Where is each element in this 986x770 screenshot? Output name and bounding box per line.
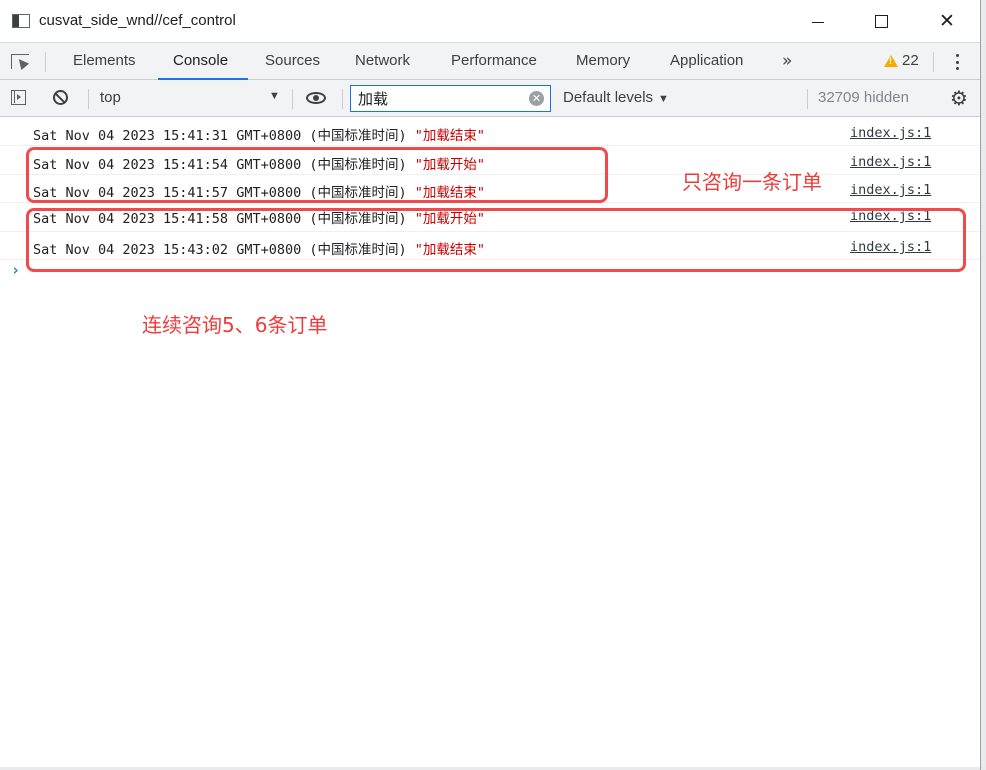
hidden-messages-count[interactable]: 32709 hidden — [818, 89, 909, 106]
log-levels-dropdown[interactable]: Default levels ▼ — [563, 89, 669, 106]
chevron-down-icon: ▼ — [269, 90, 280, 102]
window-title: cusvat_side_wnd//cef_control — [39, 12, 236, 29]
window-right-border — [980, 0, 986, 770]
chevron-down-icon: ▼ — [658, 93, 669, 105]
tab-divider — [45, 52, 46, 72]
warnings-badge[interactable]: 22 — [884, 52, 919, 69]
clear-console-icon[interactable] — [53, 90, 68, 105]
log-message: Sat Nov 04 2023 15:41:31 GMT+0800 (中国标准时… — [33, 128, 485, 144]
tab-elements[interactable]: Elements — [73, 52, 136, 69]
tab-memory[interactable]: Memory — [576, 52, 630, 69]
show-sidebar-icon[interactable] — [11, 90, 26, 105]
tab-performance[interactable]: Performance — [451, 52, 537, 69]
warning-icon — [884, 54, 898, 67]
log-source-link[interactable]: index.js:1 — [850, 182, 931, 198]
window-title-bar: cusvat_side_wnd//cef_control ✕ — [0, 0, 980, 42]
annotation-box-multi-order — [26, 208, 966, 272]
inspect-element-icon[interactable] — [11, 54, 29, 69]
app-icon — [12, 14, 30, 28]
gear-icon[interactable]: ⚙ — [950, 88, 970, 108]
log-levels-label: Default levels — [563, 89, 654, 106]
clear-filter-icon[interactable]: ✕ — [529, 91, 544, 106]
console-prompt-icon[interactable]: › — [11, 261, 20, 279]
minimize-icon — [812, 21, 824, 23]
tab-network[interactable]: Network — [355, 52, 410, 69]
toolbar-divider — [88, 89, 89, 109]
close-button[interactable]: ✕ — [924, 6, 970, 36]
minimize-button[interactable] — [795, 6, 841, 36]
live-expression-eye-icon[interactable] — [306, 92, 326, 104]
more-options-icon[interactable] — [956, 54, 960, 70]
filter-field[interactable]: ✕ — [350, 85, 551, 112]
more-tabs-icon[interactable]: » — [782, 51, 792, 71]
context-value: top — [100, 89, 121, 106]
console-toolbar: top ▼ ✕ Default levels ▼ 32709 hidden ⚙ — [0, 80, 980, 117]
devtools-tab-bar: Elements Console Sources Network Perform… — [0, 42, 980, 80]
close-icon: ✕ — [939, 9, 955, 32]
context-selector[interactable]: top ▼ — [100, 89, 280, 109]
maximize-icon — [874, 14, 888, 28]
toolbar-divider — [292, 89, 293, 109]
log-source-link[interactable]: index.js:1 — [850, 125, 931, 141]
tab-divider — [933, 52, 934, 72]
tab-application[interactable]: Application — [670, 52, 743, 69]
log-row: Sat Nov 04 2023 15:41:31 GMT+0800 (中国标准时… — [0, 118, 980, 146]
tab-console[interactable]: Console — [173, 52, 228, 69]
log-string-value: "加载结束" — [414, 128, 485, 144]
warnings-count: 22 — [902, 52, 919, 69]
annotation-box-single-order — [26, 147, 608, 203]
filter-input[interactable] — [358, 89, 523, 108]
annotation-label-multi-order: 连续咨询5、6条订单 — [142, 313, 328, 337]
tab-sources[interactable]: Sources — [265, 52, 320, 69]
log-source-link[interactable]: index.js:1 — [850, 154, 931, 170]
toolbar-divider — [807, 89, 808, 109]
toolbar-divider — [342, 89, 343, 109]
annotation-label-single-order: 只咨询一条订单 — [682, 170, 822, 194]
maximize-button[interactable] — [858, 6, 904, 36]
